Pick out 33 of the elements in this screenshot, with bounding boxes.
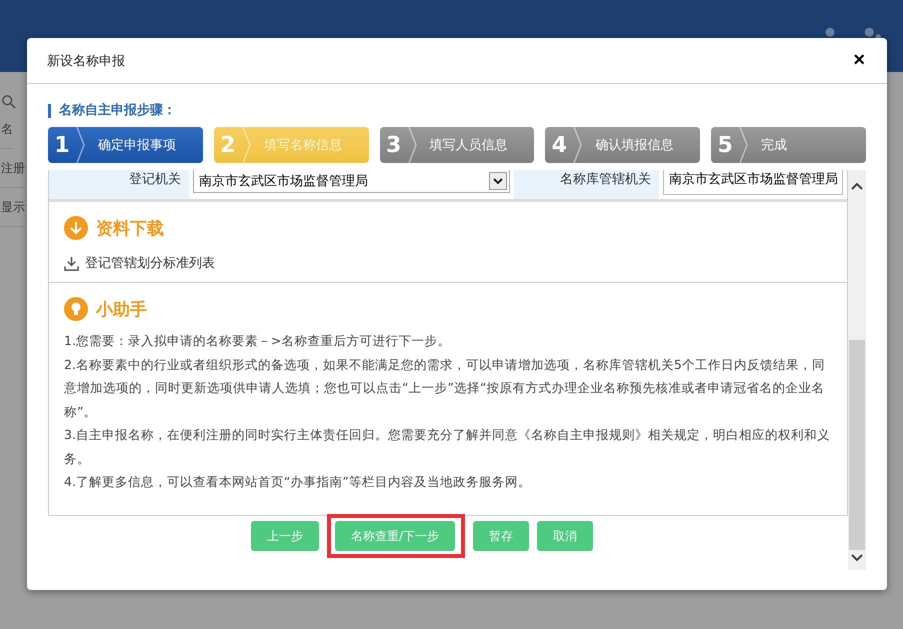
step-item: 4 确认填报信息 xyxy=(545,127,700,163)
help-paragraph: 4.了解更多信息，可以查看本网站首页“办事指南”等栏目内容及当地政务服务网。 xyxy=(64,473,532,491)
scroll-up-icon[interactable] xyxy=(851,182,863,190)
step-item: 2 填写名称信息 xyxy=(214,127,369,163)
registry-select[interactable]: 南京市玄武区市场监督管理局 xyxy=(193,170,510,193)
close-button[interactable]: × xyxy=(851,49,867,72)
scroll-down-icon[interactable] xyxy=(851,554,863,562)
help-paragraph: 1.您需要：录入拟申请的名称要素－>名称查重后方可进行下一步。 xyxy=(64,332,452,350)
step-item: 5 完成 xyxy=(711,127,866,163)
chevron-icon xyxy=(739,127,750,163)
chevron-icon xyxy=(573,127,584,163)
chevron-icon xyxy=(76,127,86,163)
section-heading: 小助手 xyxy=(96,298,147,320)
help-paragraph: 2.名称要素中的行业或者组织形式的备选项，如果不能满足您的需求，可以申请增加选项，名称库管辖机关5个工作日内反馈结果，同意增加选项的，同时更新选项供申请人选填；您也可以点击“上一步”选择“按原有方式办理企业名称预先核准或者申请冠省名的企业名称”。 xyxy=(64,356,826,420)
download-icon xyxy=(64,216,88,240)
field-label: 登记机关 xyxy=(49,170,189,199)
background-text: 显示 xyxy=(0,188,25,227)
section-heading: 资料下载 xyxy=(96,218,164,240)
scrollbar[interactable] xyxy=(848,170,866,570)
chevron-icon xyxy=(242,127,252,163)
library-field[interactable]: 南京市玄武区市场监督管理局 xyxy=(663,170,843,195)
download-link[interactable]: 登记管辖划分标准列表 xyxy=(85,254,215,272)
field-label: 名称库管辖机关 xyxy=(514,170,659,199)
dialog-title: 新设名称申报 xyxy=(47,52,125,70)
search-icon xyxy=(2,94,16,110)
download-icon xyxy=(64,256,79,270)
background-text: 注册 xyxy=(0,149,25,188)
help-paragraph: 3.自主申报名称，在便利注册的同时实行主体责任回归。您需要充分了解并同意《名称自主申报规则》相关规定，明白相应的权利和义务。 xyxy=(64,426,831,468)
chevron-icon xyxy=(408,127,418,163)
steps-heading: 名称自主申报步骤： xyxy=(48,104,866,118)
step-item: 1 确定申报事项 xyxy=(48,127,203,163)
background-text: 名 xyxy=(0,110,13,149)
step-item: 3 填写人员信息 xyxy=(380,127,534,163)
